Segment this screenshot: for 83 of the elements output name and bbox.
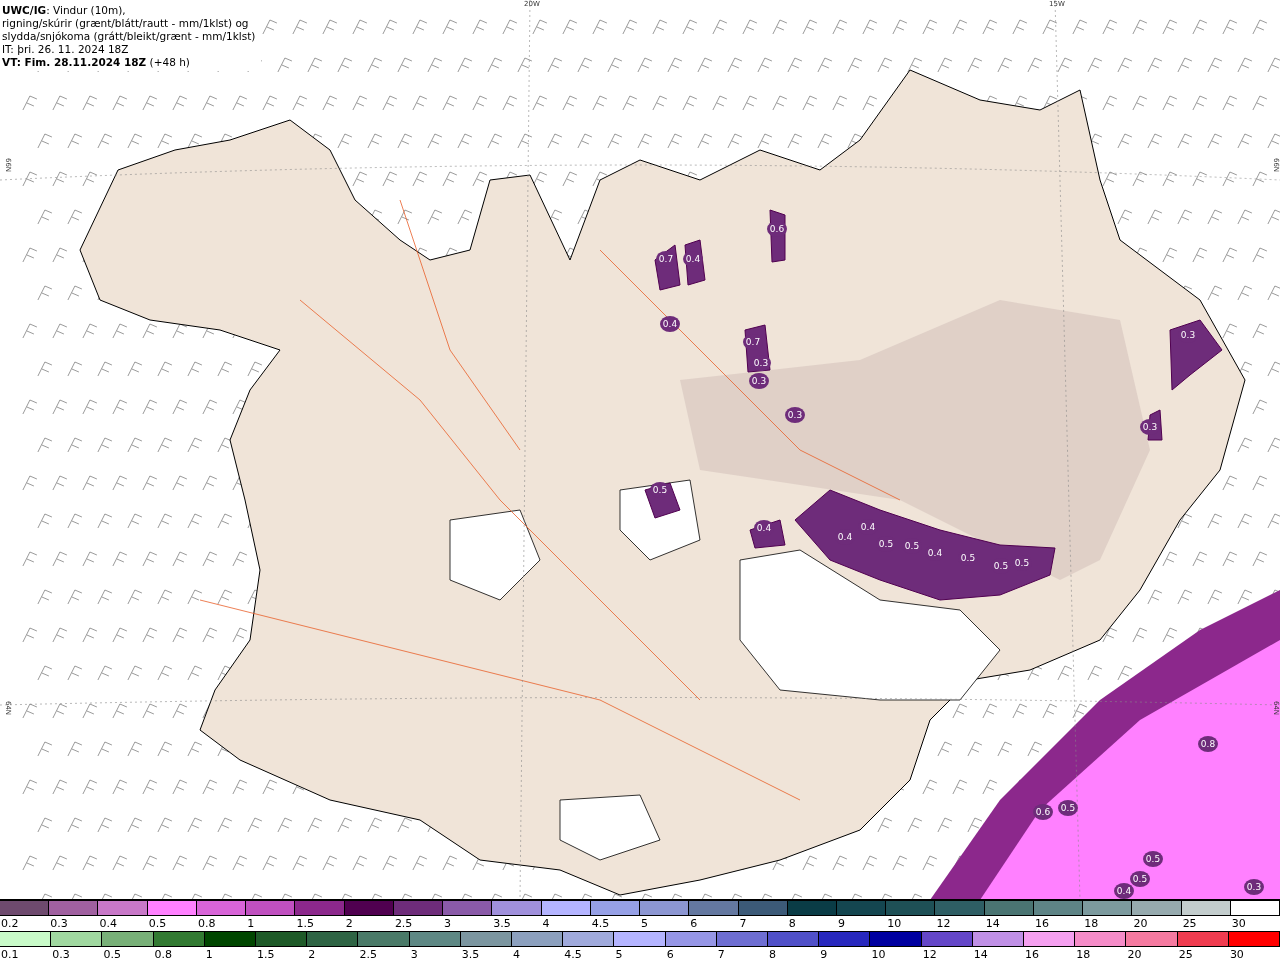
- contour-label: 0.3: [787, 410, 803, 420]
- legend-value: 9: [819, 947, 829, 960]
- legend-value: 2: [307, 947, 317, 960]
- legend-value: 1.5: [295, 916, 315, 931]
- legend-value: 1.5: [256, 947, 276, 960]
- contour-label: 0.5: [1132, 874, 1148, 884]
- legend-value: 0.5: [147, 916, 168, 931]
- legend-value: 1: [246, 916, 256, 931]
- legend-value: 16: [1033, 916, 1050, 931]
- valid-time: VT: Fim. 28.11.2024 18Z (+48 h): [2, 56, 191, 69]
- contour-label: 0.5: [1145, 854, 1161, 864]
- legend-value: 9: [837, 916, 846, 931]
- legend-value: 0.1: [0, 947, 20, 960]
- contour-label: 0.5: [652, 485, 668, 495]
- legend-value: 16: [1024, 947, 1041, 960]
- legend-value: 0.4: [98, 916, 118, 931]
- legend-value: 0.5: [102, 947, 122, 960]
- legend-value: 0.3: [51, 947, 71, 960]
- legend-value: 2.5: [393, 916, 414, 931]
- legend-value: 0.2: [0, 916, 20, 931]
- contour-label: 0.3: [1246, 882, 1262, 892]
- legend-value: 6: [665, 947, 675, 960]
- map-info-line: rigning/skúrir (grænt/blátt/rautt - mm/1klst) og: [2, 17, 250, 30]
- legend-value: 4.5: [563, 947, 583, 960]
- legend-value: 4: [541, 916, 551, 931]
- contour-label: 0.5: [1060, 803, 1076, 813]
- contour-label: 0.5: [878, 539, 894, 549]
- contour-label: 0.3: [751, 376, 767, 386]
- legend-value: 4.5: [590, 916, 611, 931]
- legend-value: 18: [1075, 947, 1092, 960]
- contour-label: 0.7: [745, 337, 761, 347]
- legend-value: 3.5: [460, 947, 481, 960]
- contour-label: 0.5: [1014, 558, 1030, 568]
- legend-value: 30: [1228, 947, 1245, 960]
- legend-value: 20: [1132, 916, 1149, 931]
- contour-label: 0.6: [1035, 807, 1051, 817]
- legend-value: 3.5: [492, 916, 512, 931]
- contour-label: 0.4: [1116, 886, 1132, 896]
- legend-value: 25: [1177, 947, 1194, 960]
- legend-value: 5: [640, 916, 650, 931]
- legend-value: 12: [935, 916, 952, 931]
- legend-value: 30: [1230, 916, 1247, 931]
- legend-value: 5: [614, 947, 624, 960]
- legend-value: 6: [689, 916, 699, 931]
- contour-label: 0.5: [960, 553, 976, 563]
- legend-value: 10: [870, 947, 887, 960]
- legend-value: 10: [886, 916, 903, 931]
- legend-value: 3: [443, 916, 453, 931]
- legend-value: 14: [984, 916, 1001, 931]
- legend-value: 14: [972, 947, 989, 960]
- contour-label: 0.3: [753, 358, 769, 368]
- contour-label: 0.4: [756, 523, 772, 533]
- contour-label: 0.4: [662, 319, 678, 329]
- contour-label: 0.4: [837, 532, 853, 542]
- legend-value: 25: [1181, 916, 1198, 931]
- contour-label: 0.6: [769, 224, 785, 234]
- legend-value: 2: [344, 916, 354, 931]
- legend-value: 3: [409, 947, 419, 960]
- contour-label: 0.4: [685, 254, 701, 264]
- legend-value: 1: [204, 947, 214, 960]
- contour-label: 0.4: [927, 548, 943, 558]
- legend-value: 0.8: [153, 947, 174, 960]
- legend-value: 8: [787, 916, 797, 931]
- contour-label: 0.5: [993, 561, 1009, 571]
- map-info-line: IT: þri. 26. 11. 2024 18Z: [2, 43, 130, 56]
- legend-value: 0.3: [49, 916, 69, 931]
- legend-value: 20: [1126, 947, 1143, 960]
- contour-label: 0.8: [1200, 739, 1216, 749]
- map-info-line: slydda/snjókoma (grátt/bleikt/grænt - mm/1klst): [2, 30, 256, 43]
- contour-label: 0.3: [1142, 422, 1158, 432]
- legend-value: 12: [921, 947, 938, 960]
- contour-label: 0.5: [904, 541, 920, 551]
- legend-value: 18: [1083, 916, 1100, 931]
- legend-value: 4: [512, 947, 522, 960]
- legend-value: 0.8: [196, 916, 217, 931]
- legend-value: 7: [716, 947, 726, 960]
- legend-value: 7: [738, 916, 748, 931]
- legend-value: 8: [768, 947, 778, 960]
- contour-label: 0.3: [1180, 330, 1196, 340]
- contour-label: 0.7: [658, 254, 674, 264]
- legend-value: 2.5: [358, 947, 378, 960]
- contour-label: 0.4: [860, 522, 876, 532]
- map-title: UWC/IG: Vindur (10m),: [2, 4, 127, 17]
